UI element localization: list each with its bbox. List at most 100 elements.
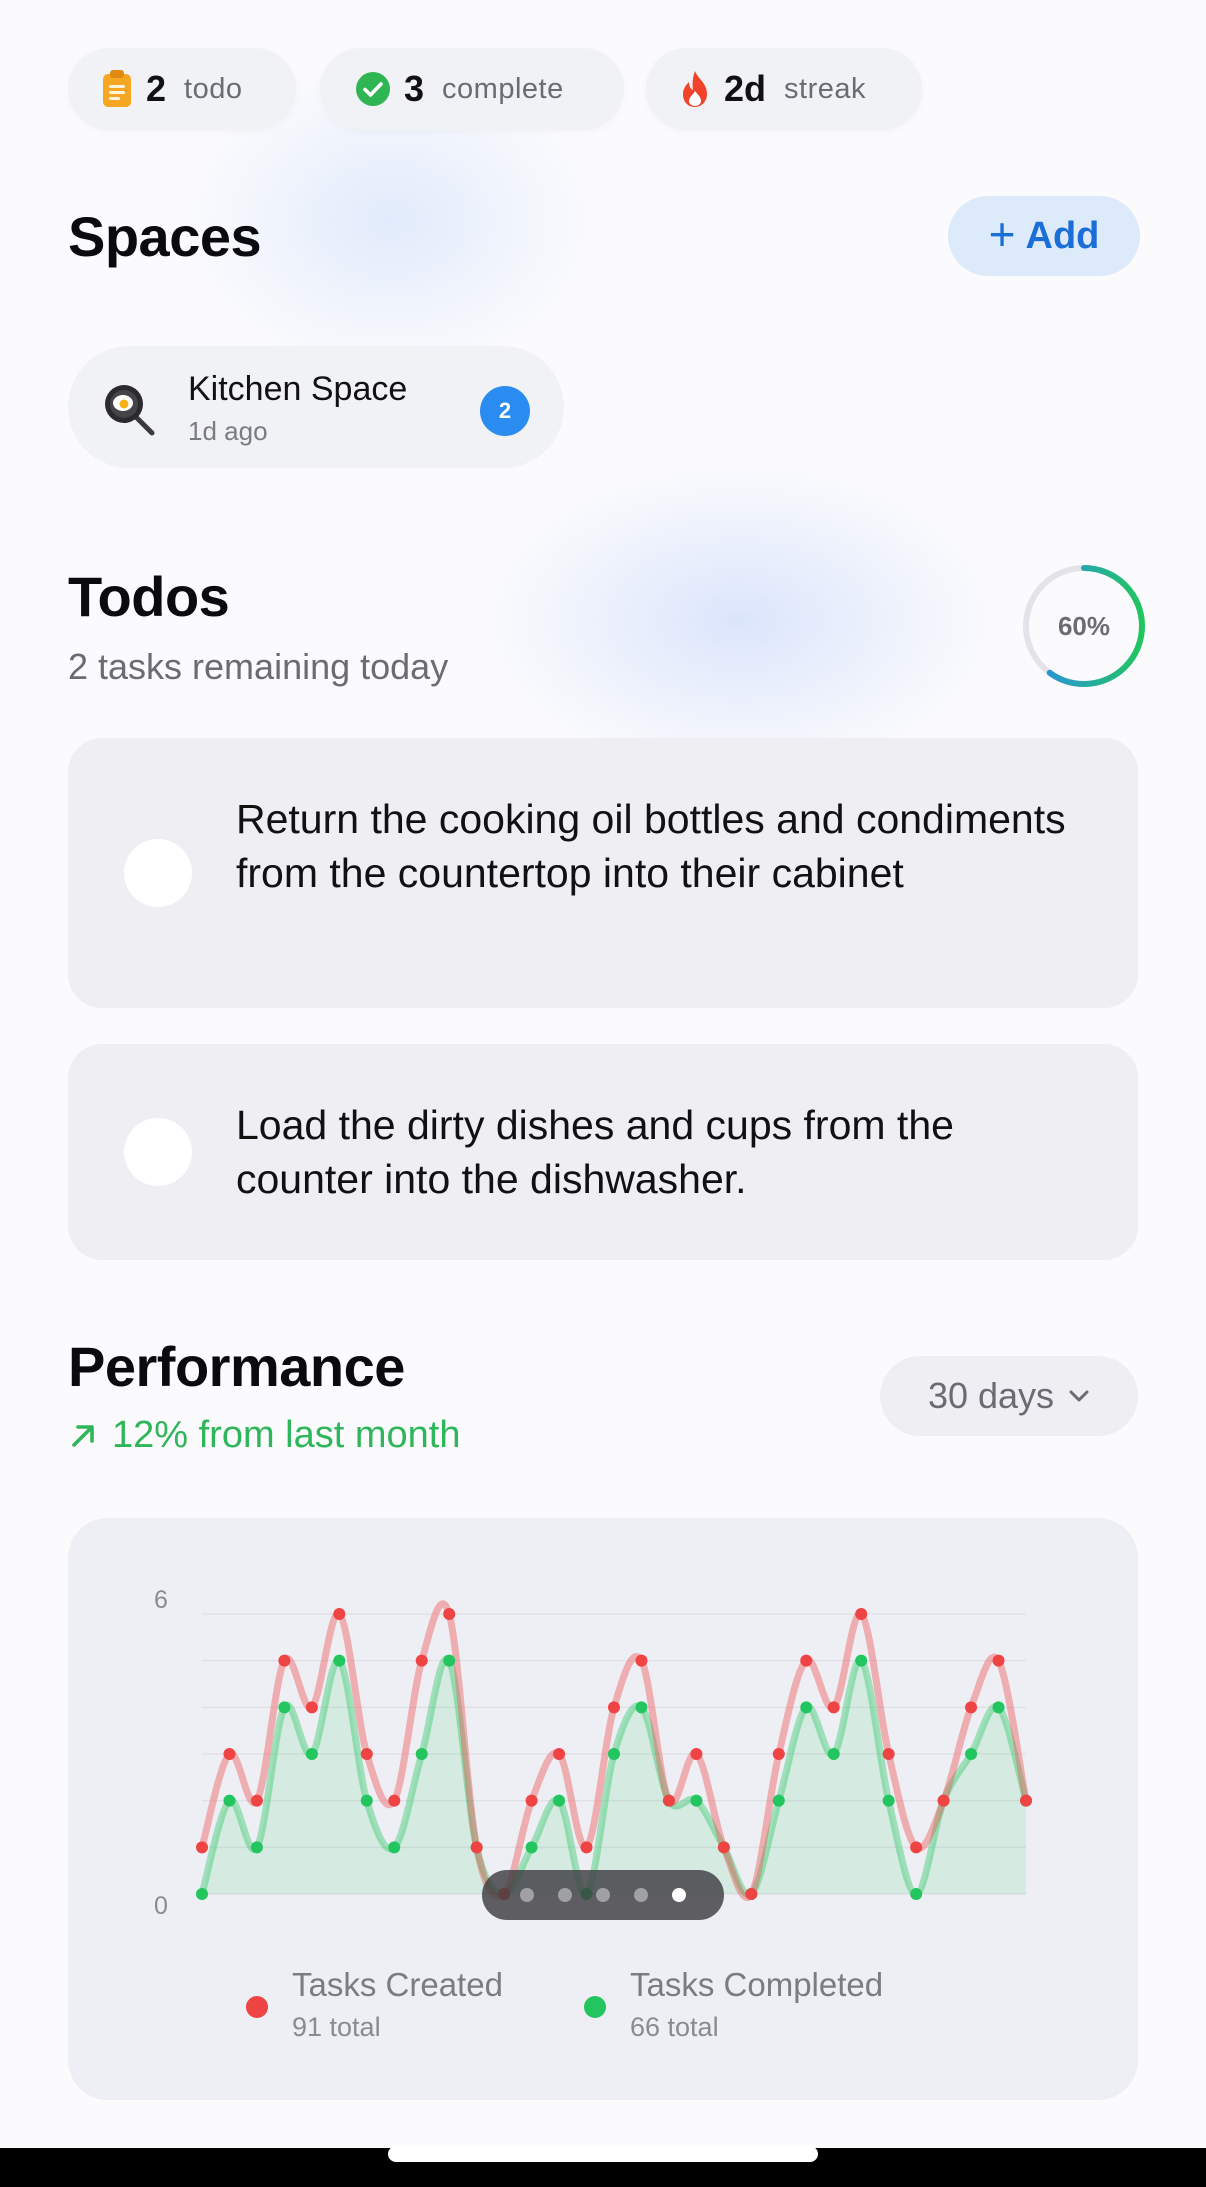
data-point-created bbox=[415, 1654, 428, 1667]
plus-icon: + bbox=[988, 208, 1016, 260]
data-point-created bbox=[553, 1748, 566, 1760]
data-point-completed bbox=[800, 1701, 813, 1714]
data-point-completed bbox=[223, 1794, 236, 1807]
data-point-created bbox=[388, 1794, 401, 1807]
data-point-created bbox=[745, 1888, 758, 1900]
stat-streak[interactable]: 2d streak bbox=[646, 48, 922, 130]
data-point-completed bbox=[553, 1794, 566, 1807]
page-indicator[interactable] bbox=[482, 1870, 724, 1920]
legend-label: Tasks Completed bbox=[630, 1966, 884, 2003]
data-point-created bbox=[772, 1748, 785, 1760]
data-point-completed bbox=[690, 1794, 703, 1807]
data-point-created bbox=[580, 1841, 593, 1854]
checkmark-circle-icon bbox=[356, 72, 390, 106]
data-point-created bbox=[608, 1701, 620, 1714]
data-point-created bbox=[443, 1608, 456, 1620]
legend-dot-completed bbox=[584, 1996, 606, 2018]
data-point-completed bbox=[278, 1701, 291, 1714]
data-point-created bbox=[690, 1748, 703, 1760]
data-point-created bbox=[525, 1794, 538, 1807]
data-point-created bbox=[855, 1608, 868, 1620]
trend-indicator: 12% from last month bbox=[68, 1414, 460, 1457]
stat-label: complete bbox=[442, 72, 564, 105]
data-point-completed bbox=[827, 1748, 840, 1760]
stat-value: 2 bbox=[146, 68, 167, 109]
progress-percent: 60% bbox=[1057, 610, 1111, 641]
data-point-created bbox=[992, 1654, 1005, 1667]
data-point-created bbox=[827, 1701, 840, 1714]
data-point-completed bbox=[525, 1841, 538, 1854]
stat-todo[interactable]: 2 todo bbox=[68, 48, 296, 130]
page-dot[interactable] bbox=[520, 1888, 534, 1902]
trend-text: 12% from last month bbox=[112, 1414, 461, 1456]
data-point-completed bbox=[855, 1654, 868, 1667]
data-point-completed bbox=[910, 1888, 923, 1900]
data-point-created bbox=[937, 1794, 950, 1807]
data-point-created bbox=[1020, 1794, 1032, 1807]
data-point-created bbox=[635, 1654, 648, 1667]
add-button-label: Add bbox=[1025, 214, 1100, 257]
data-point-created bbox=[278, 1654, 291, 1667]
page-dot-active[interactable] bbox=[672, 1888, 686, 1902]
stat-complete[interactable]: 3 complete bbox=[320, 48, 624, 130]
data-point-completed bbox=[882, 1794, 895, 1807]
page-dot[interactable] bbox=[634, 1888, 648, 1902]
page-dot[interactable] bbox=[558, 1888, 572, 1902]
data-point-completed bbox=[250, 1841, 263, 1854]
data-point-created bbox=[196, 1841, 208, 1854]
data-point-created bbox=[470, 1841, 483, 1854]
y-tick-label: 6 bbox=[154, 1586, 168, 1614]
data-point-created bbox=[717, 1841, 730, 1854]
section-title-performance: Performance bbox=[68, 1335, 405, 1398]
range-selector[interactable]: 30 days bbox=[880, 1356, 1138, 1436]
space-count-badge: 2 bbox=[480, 386, 530, 436]
chevron-down-icon bbox=[1068, 1389, 1090, 1403]
data-point-created bbox=[965, 1701, 978, 1714]
data-point-created bbox=[882, 1748, 895, 1760]
todo-text: Return the cooking oil bottles and condi… bbox=[236, 796, 1066, 896]
section-title-spaces: Spaces bbox=[68, 205, 262, 268]
space-card[interactable]: Kitchen Space 1d ago 2 bbox=[68, 346, 564, 468]
todo-checkbox[interactable] bbox=[124, 839, 192, 907]
data-point-completed bbox=[388, 1841, 401, 1854]
trend-up-arrow-icon bbox=[68, 1421, 98, 1451]
data-point-created bbox=[333, 1608, 346, 1620]
stat-label: todo bbox=[184, 72, 243, 105]
stat-value: 2d bbox=[724, 68, 767, 109]
data-point-completed bbox=[443, 1654, 456, 1667]
performance-chart: 6 0 Tasks Created 91 total Tasks Complet… bbox=[68, 1518, 1138, 2100]
y-tick-label: 0 bbox=[154, 1892, 168, 1920]
frying-pan-icon bbox=[102, 382, 156, 436]
data-point-created bbox=[360, 1748, 373, 1760]
todo-item[interactable]: Return the cooking oil bottles and condi… bbox=[68, 738, 1138, 1008]
stat-value: 3 bbox=[404, 68, 425, 109]
data-point-completed bbox=[305, 1748, 318, 1760]
data-point-completed bbox=[772, 1794, 785, 1807]
todos-subtitle: 2 tasks remaining today bbox=[68, 646, 449, 687]
stat-label: streak bbox=[784, 72, 866, 105]
section-title-todos: Todos bbox=[68, 565, 230, 628]
data-point-created bbox=[800, 1654, 813, 1667]
data-point-created bbox=[305, 1701, 318, 1714]
legend-total: 91 total bbox=[292, 2012, 381, 2042]
todo-item[interactable]: Load the dirty dishes and cups from the … bbox=[68, 1044, 1138, 1260]
data-point-created bbox=[910, 1841, 923, 1854]
legend-total: 66 total bbox=[630, 2012, 719, 2042]
data-point-created bbox=[250, 1794, 263, 1807]
progress-ring: 60% bbox=[1020, 562, 1148, 690]
range-label: 30 days bbox=[927, 1375, 1055, 1416]
data-point-created bbox=[223, 1748, 236, 1760]
space-name: Kitchen Space bbox=[188, 370, 408, 408]
data-point-completed bbox=[965, 1748, 978, 1760]
data-point-completed bbox=[415, 1748, 428, 1760]
background-glow bbox=[480, 460, 1000, 780]
clipboard-icon bbox=[102, 70, 132, 108]
add-space-button[interactable]: + Add bbox=[948, 196, 1140, 276]
flame-icon bbox=[680, 70, 710, 108]
todo-checkbox[interactable] bbox=[124, 1118, 192, 1186]
todo-text: Load the dirty dishes and cups from the … bbox=[236, 1102, 954, 1202]
data-point-completed bbox=[992, 1701, 1005, 1714]
home-indicator[interactable] bbox=[388, 2146, 818, 2162]
legend-dot-created bbox=[246, 1996, 268, 2018]
page-dot[interactable] bbox=[596, 1888, 610, 1902]
